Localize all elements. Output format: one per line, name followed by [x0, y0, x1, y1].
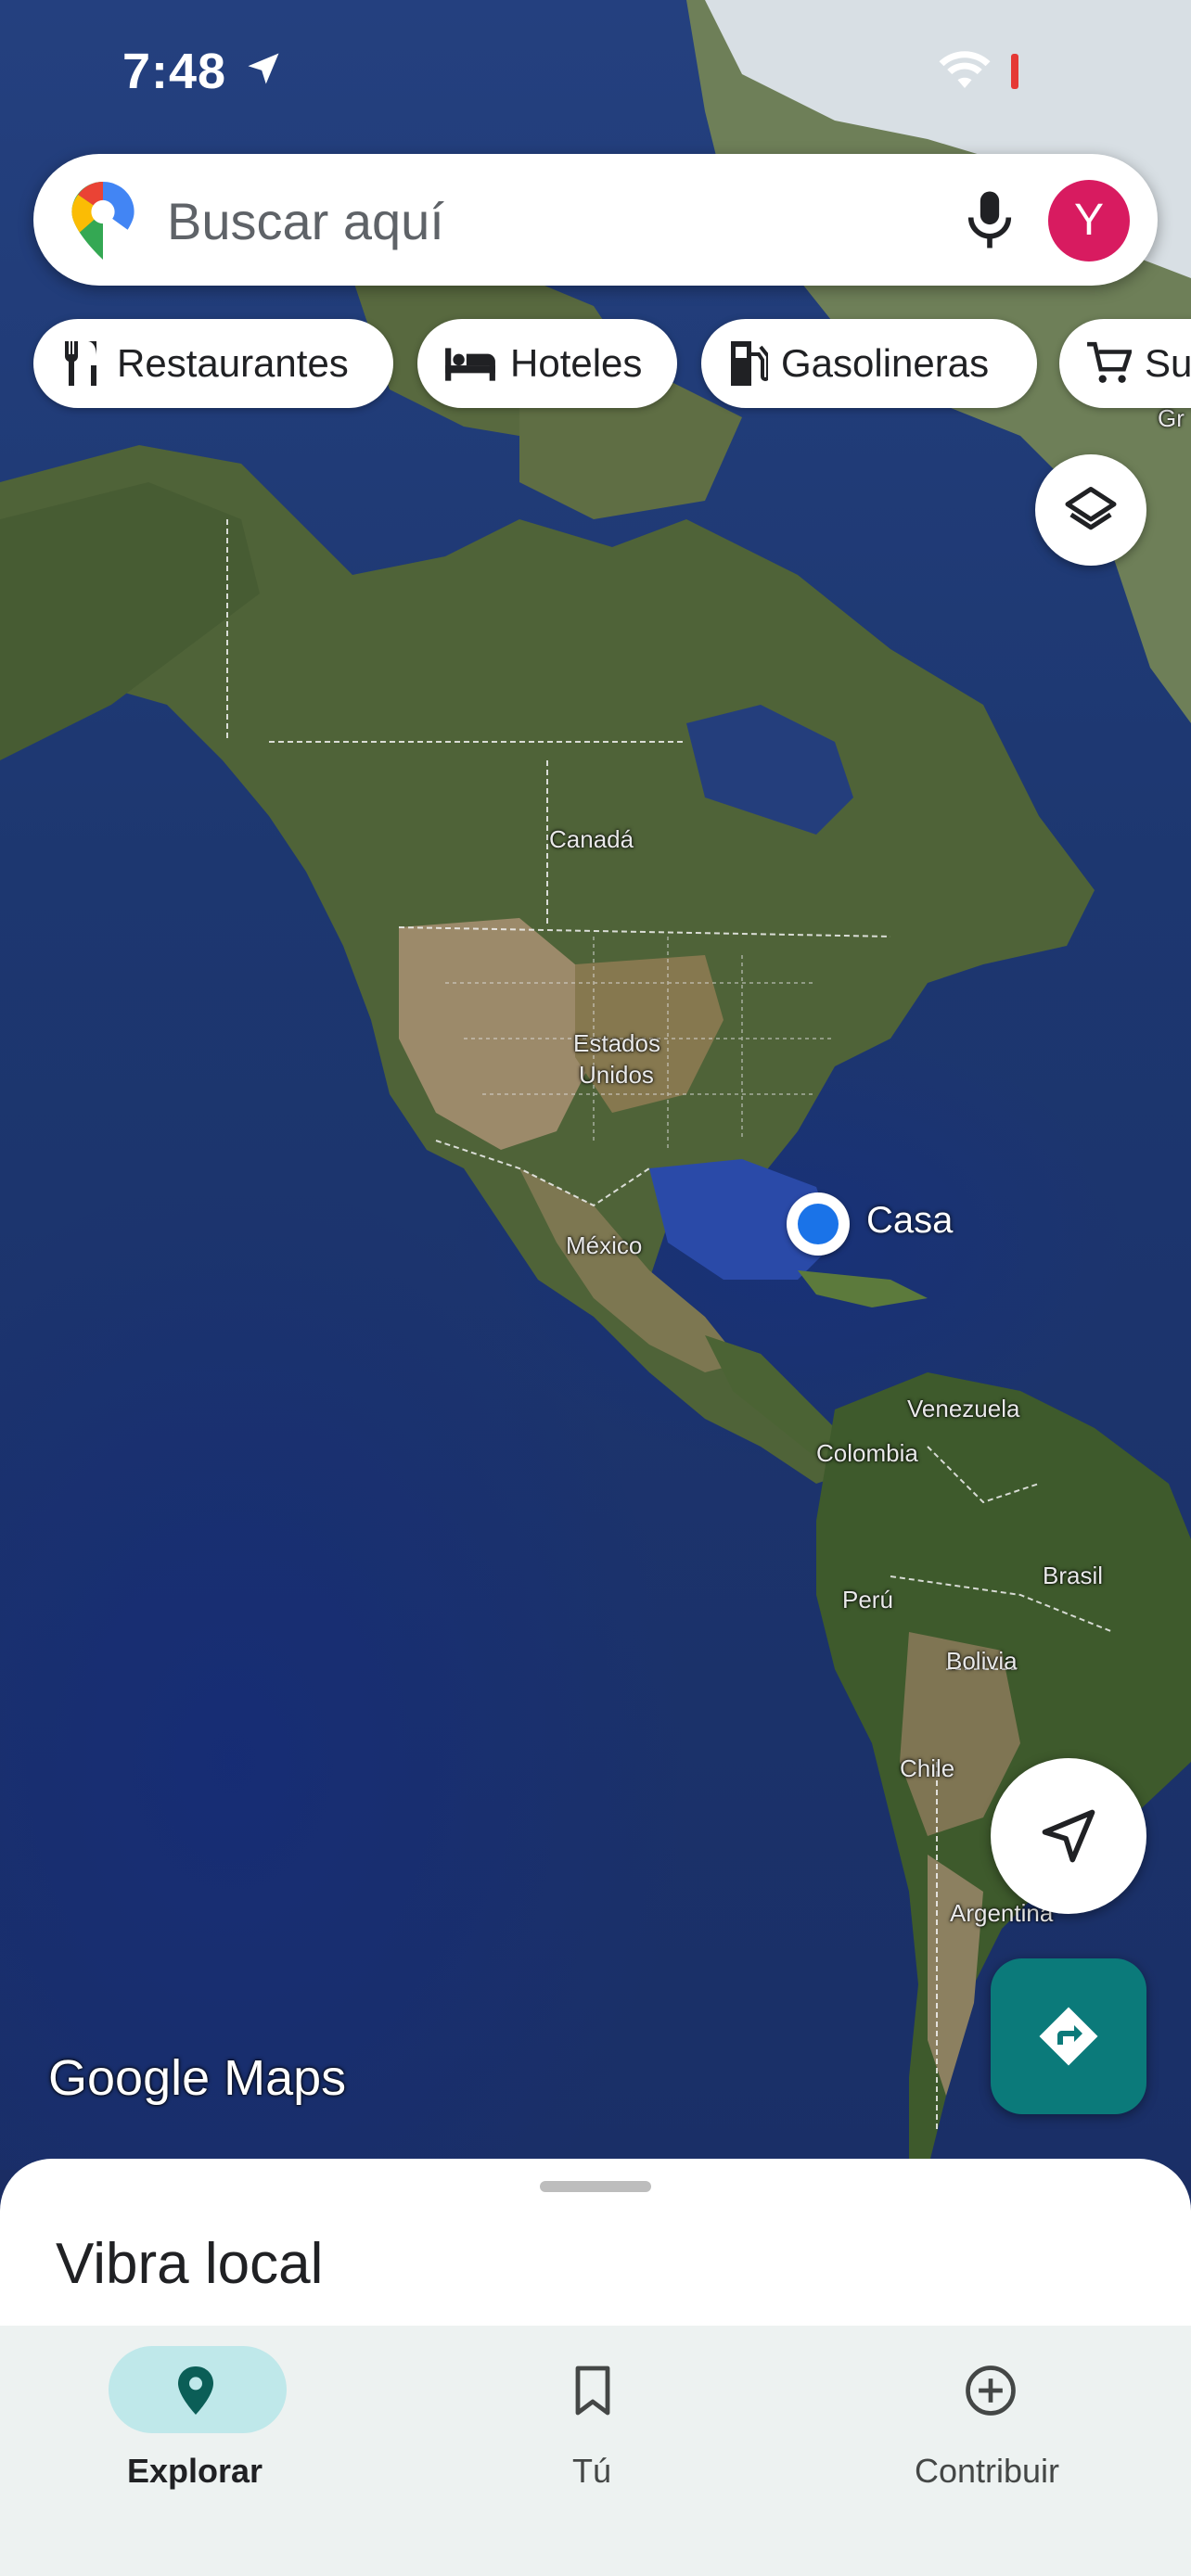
map-label-bolivia[interactable]: Bolivia: [946, 1647, 1018, 1676]
location-pin-icon: [178, 2366, 213, 2415]
google-maps-pin-icon: [71, 182, 134, 260]
location-arrow-icon: [248, 53, 279, 84]
category-chips: Restaurantes Hoteles Gasolineras Superme…: [33, 319, 1191, 408]
my-location-button[interactable]: [991, 1758, 1146, 1914]
map-label-colombia[interactable]: Colombia: [816, 1439, 918, 1468]
tab-label: Contribuir: [914, 2452, 1060, 2490]
layers-icon: [1065, 487, 1117, 530]
tab-label: Tú: [571, 2452, 611, 2490]
status-time: 7:48: [122, 44, 227, 99]
chip-restaurantes[interactable]: Restaurantes: [33, 319, 393, 408]
search-bar[interactable]: Buscar aquí Y: [33, 154, 1158, 286]
chip-label: Supermercados: [1145, 341, 1191, 385]
chip-label: Restaurantes: [117, 341, 349, 385]
battery-icon: [1011, 54, 1018, 89]
search-placeholder[interactable]: Buscar aquí: [167, 191, 444, 251]
tab-label: Explorar: [126, 2452, 263, 2490]
map-label-canada[interactable]: Canadá: [549, 825, 634, 854]
map-label-chile[interactable]: Chile: [900, 1754, 954, 1783]
add-circle-icon: [966, 2366, 1016, 2416]
gas-station-icon: [731, 341, 768, 386]
wifi-icon: [939, 51, 991, 88]
user-avatar[interactable]: Y: [1048, 180, 1130, 261]
map-label-peru[interactable]: Perú: [842, 1586, 893, 1614]
bed-icon: [445, 348, 495, 381]
map-label-mexico[interactable]: México: [566, 1231, 642, 1260]
chip-hoteles[interactable]: Hoteles: [417, 319, 677, 408]
sheet-drag-handle[interactable]: [540, 2181, 651, 2192]
home-label[interactable]: Casa: [866, 1200, 953, 1242]
tab-contribuir[interactable]: Contribuir: [848, 2337, 1126, 2494]
directions-icon: [1039, 2007, 1098, 2066]
map-label-venezuela[interactable]: Venezuela: [907, 1395, 1019, 1423]
directions-button[interactable]: [991, 1958, 1146, 2114]
microphone-icon[interactable]: [961, 189, 1018, 250]
chip-label: Gasolineras: [781, 341, 990, 385]
map-label-usa-line1[interactable]: Estados: [573, 1029, 660, 1058]
chip-supermercados[interactable]: Supermercados: [1059, 319, 1191, 408]
tab-explorar[interactable]: Explorar: [56, 2337, 334, 2494]
layers-button[interactable]: [1035, 454, 1146, 566]
map-label-usa-line2[interactable]: Unidos: [579, 1061, 654, 1090]
google-maps-logo: Google Maps: [48, 2050, 347, 2106]
bottom-sheet[interactable]: Vibra local: [0, 2159, 1191, 2326]
home-dot-inner: [798, 1204, 839, 1244]
cart-icon: [1087, 341, 1132, 383]
chip-label: Hoteles: [510, 341, 643, 385]
fork-knife-icon: [64, 341, 96, 386]
map-label-greenland-partial[interactable]: Gr: [1158, 404, 1185, 433]
bookmark-icon: [575, 2366, 610, 2416]
status-bar: 7:48: [0, 37, 1191, 102]
bottom-navigation: Explorar Tú Contribuir: [0, 2326, 1191, 2576]
home-location-dot[interactable]: [787, 1192, 850, 1256]
navigation-arrow-icon: [1042, 1809, 1095, 1863]
sheet-title: Vibra local: [56, 2232, 324, 2296]
map-label-brasil[interactable]: Brasil: [1043, 1562, 1103, 1590]
tab-tu[interactable]: Tú: [453, 2337, 731, 2494]
chip-gasolineras[interactable]: Gasolineras: [701, 319, 1037, 408]
